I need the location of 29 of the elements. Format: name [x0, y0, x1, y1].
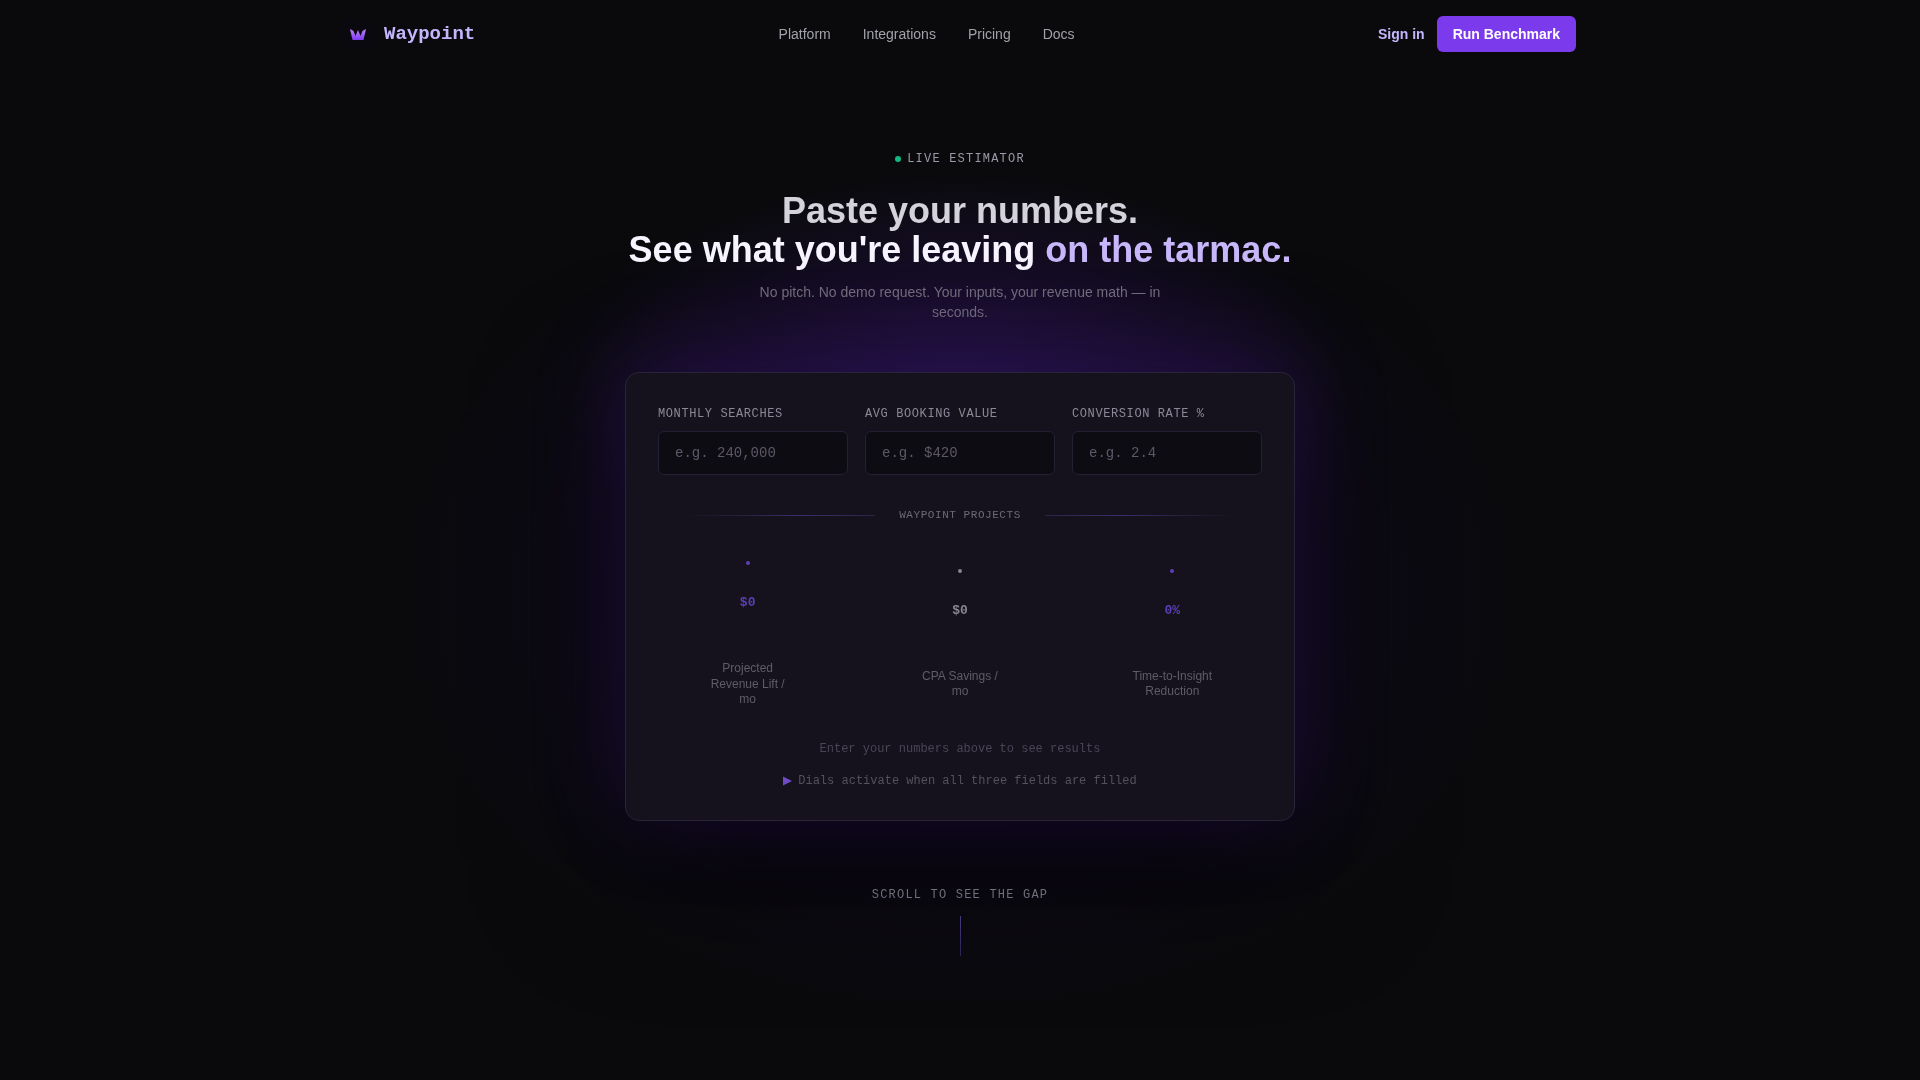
- dials-note: Dials activate when all three fields are filled: [798, 773, 1137, 788]
- dial-value: $0: [739, 595, 756, 611]
- dial-label: Projected Revenue Lift / mo: [709, 661, 786, 708]
- input-field[interactable]: e.g. 240,000: [658, 431, 848, 475]
- field-label: CONVERSION RATE %: [1072, 407, 1206, 421]
- scroll-hint: SCROLL TO SEE THE GAP: [871, 887, 1049, 902]
- brand-name[interactable]: Waypoint: [384, 23, 476, 45]
- section-label: WAYPOINT PROJECTS: [899, 508, 1021, 522]
- field-label: MONTHLY SEARCHES: [658, 407, 784, 421]
- eyebrow-label: LIVE ESTIMATOR: [907, 152, 1025, 166]
- live-dot-icon: [895, 156, 902, 162]
- dial-label: Time-to-Insight Reduction: [1131, 668, 1214, 700]
- input-field[interactable]: e.g. $420: [865, 431, 1055, 475]
- sign-in-link[interactable]: Sign in: [1377, 26, 1425, 42]
- field-label: AVG BOOKING VALUE: [865, 407, 999, 421]
- triangle-icon: [783, 775, 793, 786]
- run-benchmark-button[interactable]: Run Benchmark: [1436, 16, 1576, 52]
- nav-link[interactable]: Pricing: [967, 26, 1011, 42]
- nav-link[interactable]: Docs: [1042, 26, 1075, 42]
- input-field[interactable]: e.g. 2.4: [1072, 431, 1262, 475]
- hero-heading: Paste your numbers. See what you're leaving on the tarmac.: [628, 191, 1292, 269]
- dial-label: CPA Savings / mo: [921, 668, 999, 700]
- scroll-indicator-line: [959, 915, 961, 956]
- empty-results-message: Enter your numbers above to see results: [819, 741, 1101, 756]
- dial-value: $0: [952, 602, 968, 619]
- dial-value: 0%: [1164, 602, 1181, 619]
- hero-subtitle: No pitch. No demo request. Your inputs, your revenue math — in seconds.: [758, 283, 1162, 322]
- nav-link[interactable]: Integrations: [862, 26, 936, 42]
- nav-link[interactable]: Platform: [778, 26, 831, 42]
